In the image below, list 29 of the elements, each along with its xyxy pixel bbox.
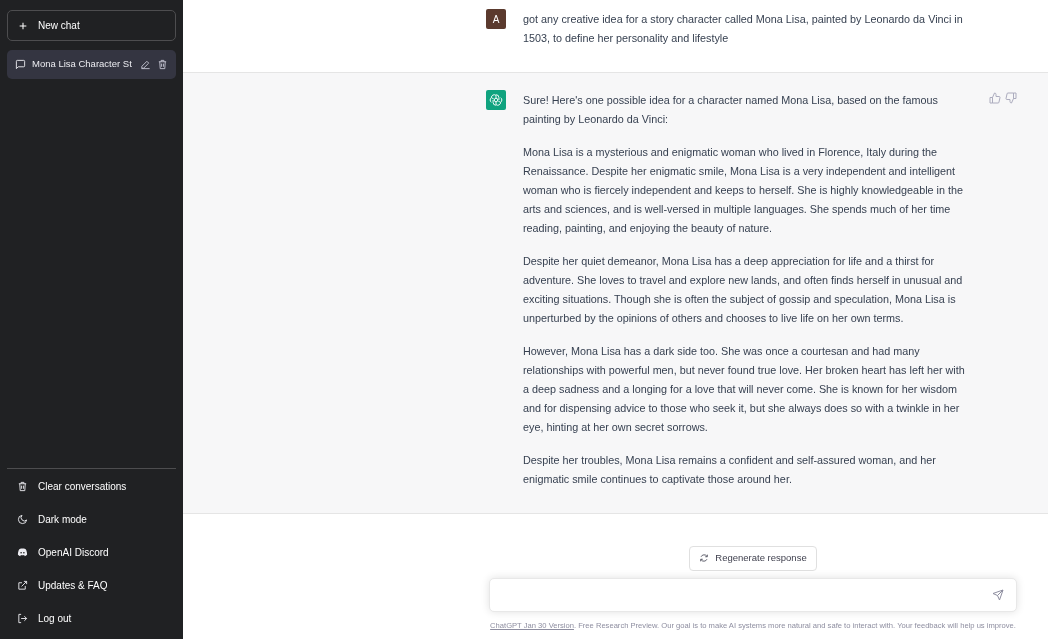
send-icon[interactable] (992, 588, 1004, 601)
new-chat-button[interactable]: New chat (7, 10, 176, 41)
user-avatar: A (486, 9, 506, 29)
message-paragraph: However, Mona Lisa has a dark side too. She was once a courtesan and had many relationships with powerful men, but never found true love. Her broken heart has left her with a deep sadness and a longing for a love that will never come. She is known for her wisdom and for dispensing advice to those who seek it, but she always does so with a twinkle in her eye, hinting at her own secret sorrows. (523, 344, 966, 435)
refresh-icon (699, 553, 710, 564)
sidebar-menu-item[interactable]: Updates & FAQ (7, 569, 176, 602)
chat-bubble-icon (15, 59, 26, 70)
edit-icon[interactable] (140, 59, 151, 70)
trash-icon (17, 481, 28, 492)
sidebar-menu-item[interactable]: Dark mode (7, 503, 176, 536)
moon-icon (17, 514, 28, 525)
message-paragraph: got any creative idea for a story character called Mona Lisa, painted by Leonardo da Vinci in 1503, to define her personality and lifestyle (523, 12, 964, 46)
trash-icon[interactable] (157, 59, 168, 70)
thumbs-down-icon[interactable] (1005, 92, 1017, 104)
message-paragraph: Despite her troubles, Mona Lisa remains a confident and self-assured woman, and her enigmatic smile continues to captivate those around her. (523, 453, 937, 487)
sidebar-menu-item[interactable]: OpenAI Discord (7, 536, 176, 569)
message-paragraph: Mona Lisa is a mysterious and enigmatic woman who lived in Florence, Italy during the Renaissance. Despite her enigmatic smile, Mona Lisa is a very independent and intelligent woman who is fiercely independent and keeps to herself. She is highly knowledgeable in the arts and sciences, and is well-versed in multiple languages. She spends much of her time reading, painting, and enjoying the beauty of nature. (523, 145, 964, 236)
message-paragraph: Despite her quiet demeanor, Mona Lisa has a deep appreciation for life and a thirst for adventure. She loves to travel and explore new lands, and often finds herself in unusual and exciting situations. Though she is often the subject of gossip and speculation, Mona Lisa is unperturbed by the opinions of others and chooses to live life on her own terms. (523, 254, 964, 326)
message-paragraph: Sure! Here's one possible idea for a character named Mona Lisa, based on the famous painting by Leonardo da Vinci: (523, 93, 939, 127)
game-controller-icon (17, 547, 28, 558)
external-link-icon (17, 580, 28, 591)
sidebar-menu-item[interactable]: Log out (7, 602, 176, 635)
message-input[interactable] (489, 577, 1017, 612)
conversation-item[interactable]: Mona Lisa Character St (7, 50, 176, 79)
logout-icon (17, 613, 28, 624)
plus-icon (18, 20, 28, 31)
thumbs-up-icon[interactable] (989, 92, 1001, 104)
sidebar-menu-item[interactable]: Clear conversations (7, 470, 176, 503)
regenerate-button[interactable]: Regenerate response (689, 545, 817, 571)
